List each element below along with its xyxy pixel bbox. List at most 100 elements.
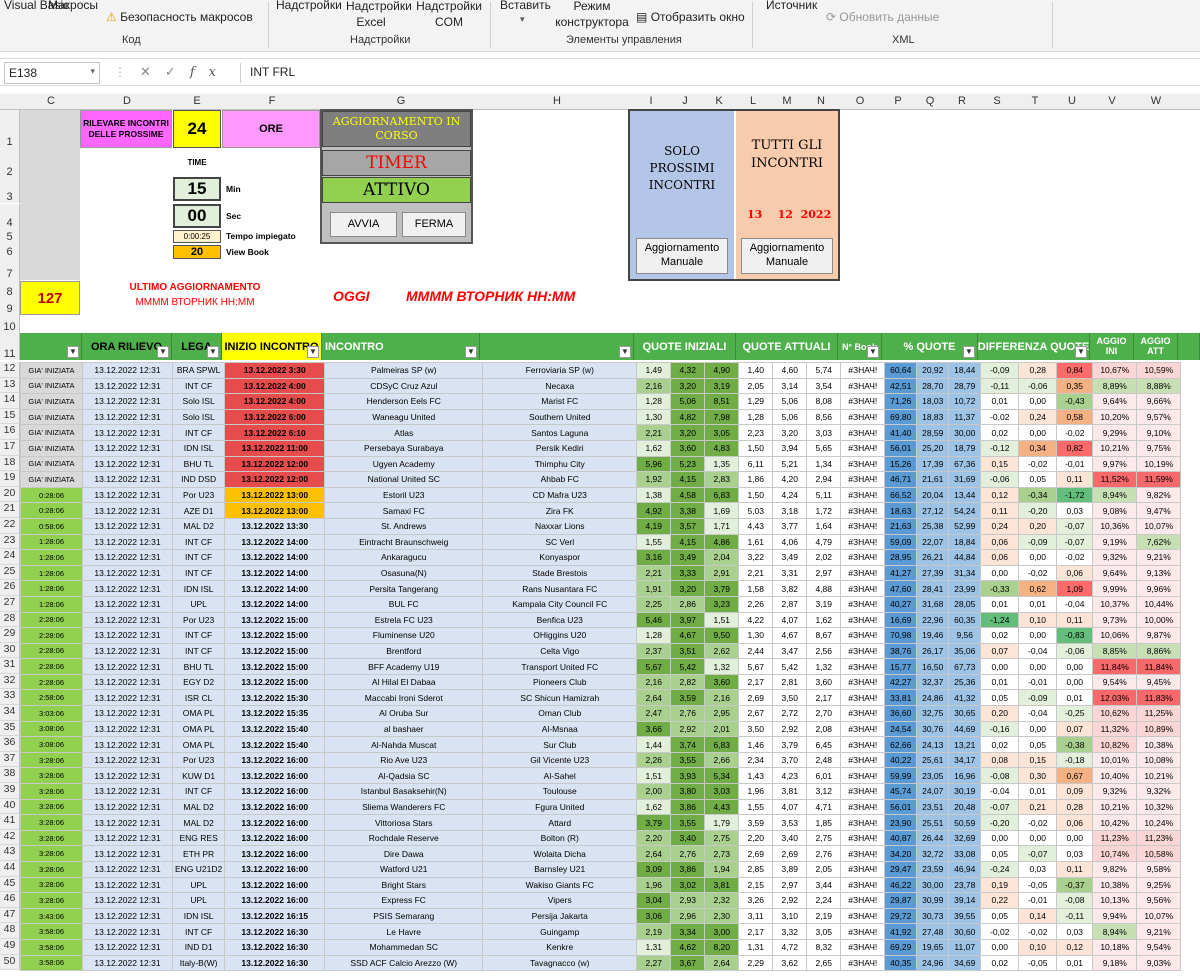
table-cell[interactable]: 1,96: [738, 783, 774, 800]
table-cell[interactable]: 42,27: [884, 673, 918, 691]
table-cell[interactable]: 3,14: [772, 377, 808, 395]
table-cell[interactable]: 13.12.2022 16:15: [224, 907, 326, 925]
table-cell[interactable]: 1,71: [704, 517, 740, 535]
table-cell[interactable]: 44,69: [948, 720, 982, 738]
table-cell[interactable]: 3,19: [704, 377, 740, 395]
table-cell[interactable]: 0,00: [980, 564, 1020, 582]
table-cell[interactable]: 3,00: [704, 923, 740, 940]
table-cell[interactable]: 11,23%: [1092, 829, 1138, 847]
table-cell[interactable]: 3,20: [670, 580, 706, 597]
table-cell[interactable]: 7,62%: [1136, 533, 1182, 551]
table-cell[interactable]: 2,81: [772, 673, 808, 691]
table-cell[interactable]: 13.12.2022 12:31: [82, 580, 173, 597]
row-header[interactable]: 1: [0, 110, 20, 148]
table-cell[interactable]: 2,87: [772, 595, 808, 613]
table-cell[interactable]: 5,42: [670, 658, 706, 675]
table-cell[interactable]: 1,28: [738, 408, 774, 426]
table-cell[interactable]: 3,05: [704, 424, 740, 441]
table-cell[interactable]: 3,79: [772, 736, 808, 753]
table-cell[interactable]: 19,46: [916, 627, 950, 644]
table-cell[interactable]: Estoril U23: [324, 486, 484, 504]
table-cell[interactable]: 13.12.2022 12:31: [82, 471, 173, 488]
table-cell[interactable]: 23,51: [916, 798, 950, 816]
table-cell[interactable]: -0,04: [1056, 595, 1094, 613]
table-cell[interactable]: 0,06: [980, 533, 1020, 551]
table-row[interactable]: 3:58:06 13.12.2022 12:31 IND D1 13.12.2022 …: [20, 938, 1182, 956]
table-cell[interactable]: 15,26: [884, 455, 918, 473]
cancel-icon[interactable]: ✕: [140, 64, 165, 79]
table-cell[interactable]: #ЗНАЧ!: [840, 814, 886, 831]
table-cell[interactable]: 42,51: [884, 377, 918, 395]
table-cell[interactable]: 0,12: [980, 486, 1020, 504]
table-cell[interactable]: -0,02: [1056, 549, 1094, 566]
table-cell[interactable]: 13.12.2022 12:00: [224, 471, 326, 488]
table-cell[interactable]: 0,00: [1018, 720, 1058, 738]
table-cell[interactable]: 1,28: [636, 393, 672, 410]
table-cell[interactable]: 3,32: [772, 923, 808, 940]
row-header[interactable]: 35: [0, 720, 20, 737]
table-cell[interactable]: 3:28:06: [20, 861, 83, 878]
filter-dropdown-icon[interactable]: ▼: [465, 346, 477, 358]
table-cell[interactable]: -0,04: [1018, 642, 1058, 660]
table-cell[interactable]: -0,05: [1018, 954, 1058, 972]
table-cell[interactable]: 3,06: [636, 907, 672, 925]
row-header[interactable]: 2: [0, 148, 20, 178]
table-cell[interactable]: 3,70: [772, 751, 808, 769]
table-cell[interactable]: 9,75%: [1136, 439, 1182, 457]
table-cell[interactable]: 1,32: [806, 658, 842, 675]
row-header[interactable]: 37: [0, 751, 20, 768]
table-cell[interactable]: 0,84: [1056, 362, 1094, 379]
table-cell[interactable]: 13.12.2022 12:31: [82, 439, 173, 457]
table-cell[interactable]: 4,07: [772, 798, 808, 816]
table-cell[interactable]: 1,69: [704, 502, 740, 519]
table-cell[interactable]: 3,19: [806, 595, 842, 613]
table-cell[interactable]: #ЗНАЧ!: [840, 517, 886, 535]
table-cell[interactable]: 9,32%: [1092, 783, 1138, 800]
table-cell[interactable]: Henderson Eels FC: [324, 393, 484, 410]
table-cell[interactable]: 3,20: [670, 377, 706, 395]
table-cell[interactable]: 13.12.2022 4:00: [224, 377, 326, 395]
table-cell[interactable]: 3,53: [772, 814, 808, 831]
table-cell[interactable]: 11,59%: [1136, 471, 1182, 488]
table-cell[interactable]: #ЗНАЧ!: [840, 751, 886, 769]
table-cell[interactable]: 59,09: [884, 533, 918, 551]
table-cell[interactable]: al bashaer: [324, 720, 484, 738]
table-cell[interactable]: Toulouse: [482, 783, 638, 800]
table-cell[interactable]: 2,26: [636, 751, 672, 769]
table-cell[interactable]: OMA PL: [171, 736, 226, 753]
table-cell[interactable]: GIA' INIZIATA: [20, 471, 83, 488]
table-row[interactable]: 3:58:06 13.12.2022 12:31 Italy-B(W) 13.12.2…: [20, 954, 1182, 972]
addins-button[interactable]: Надстройки: [276, 0, 342, 12]
table-cell[interactable]: 0,03: [1056, 502, 1094, 519]
table-cell[interactable]: UPL: [171, 876, 226, 894]
row-header[interactable]: 8: [0, 280, 20, 298]
table-cell[interactable]: 2,69: [738, 845, 774, 862]
table-cell[interactable]: 1,94: [704, 861, 740, 878]
filter-dropdown-icon[interactable]: ▼: [867, 346, 879, 358]
table-cell[interactable]: GIA' INIZIATA: [20, 377, 83, 395]
table-cell[interactable]: 31,68: [916, 595, 950, 613]
table-cell[interactable]: 11,84%: [1136, 658, 1182, 675]
table-cell[interactable]: Naxxar Lions: [482, 517, 638, 535]
table-cell[interactable]: 3,18: [772, 502, 808, 519]
table-cell[interactable]: Wolaita Dicha: [482, 845, 638, 862]
table-cell[interactable]: 10,82%: [1092, 736, 1138, 753]
table-cell[interactable]: 9,73%: [1092, 611, 1138, 629]
table-cell[interactable]: 13.12.2022 13:00: [224, 486, 326, 504]
table-cell[interactable]: 4,15: [670, 533, 706, 551]
table-cell[interactable]: 2,19: [636, 923, 672, 940]
table-cell[interactable]: Persija Jakarta: [482, 907, 638, 925]
table-cell[interactable]: 13.12.2022 12:31: [82, 923, 173, 940]
table-cell[interactable]: BUL FC: [324, 595, 484, 613]
row-header[interactable]: 12: [0, 362, 20, 378]
table-cell[interactable]: 2,30: [704, 907, 740, 925]
table-cell[interactable]: 8,89%: [1092, 377, 1138, 395]
row-header[interactable]: 48: [0, 923, 20, 939]
table-cell[interactable]: CDSyC Cruz Azul: [324, 377, 484, 395]
table-cell[interactable]: 33,08: [948, 845, 982, 862]
table-cell[interactable]: 3,81: [704, 876, 740, 894]
table-cell[interactable]: 28,41: [916, 580, 950, 597]
table-cell[interactable]: GIA' INIZIATA: [20, 408, 83, 426]
formula-input[interactable]: INT FRL: [250, 65, 295, 79]
table-row[interactable]: 3:28:06 13.12.2022 12:31 KUW D1 13.12.2022 …: [20, 767, 1182, 785]
